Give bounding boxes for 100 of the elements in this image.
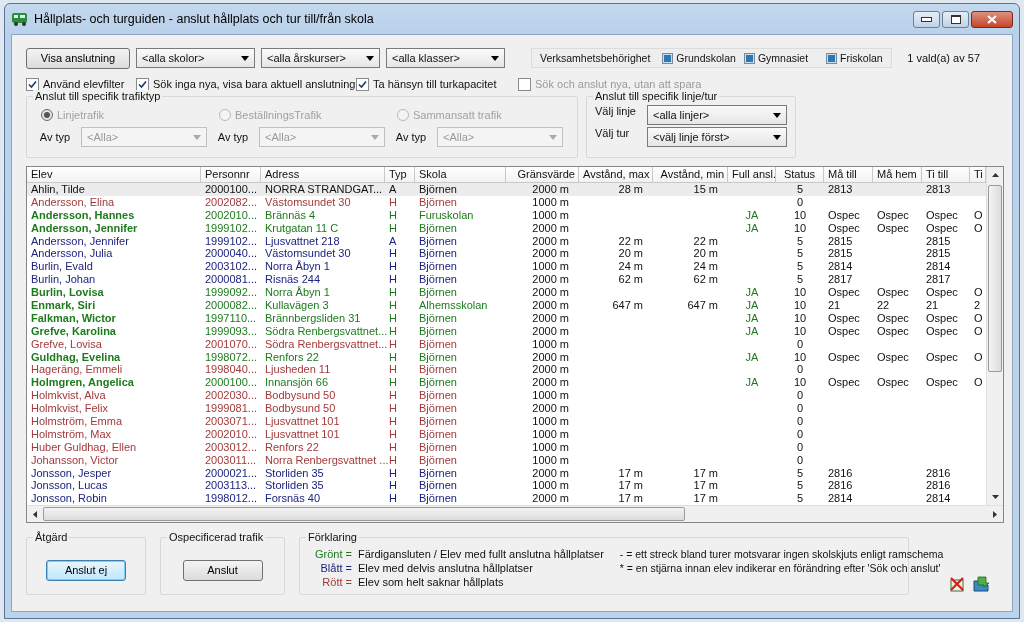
table-cell-text: Ljusvattnet 101 <box>264 427 341 441</box>
table-cell-text: Bodbysund 50 <box>264 389 337 403</box>
vertical-scrollbar[interactable] <box>986 167 1003 506</box>
dropdown[interactable]: <alla årskurser> <box>261 48 380 68</box>
column-header[interactable]: Personnr <box>201 167 261 182</box>
table-cell-text: O <box>973 324 984 338</box>
table-cell-text: JA <box>744 324 760 338</box>
horizontal-scrollbar[interactable] <box>27 505 1003 523</box>
connect-button[interactable]: Anslut <box>182 559 263 581</box>
table-cell-text: 1000 m <box>531 389 570 403</box>
table-row[interactable]: Holmgren, Angelica 2000100... Innansjön 66 H Björnen 2000 m JA 10 Ospec Ospec Ospec O <box>27 376 986 390</box>
column-header[interactable]: Må hem <box>873 167 922 182</box>
checkbox[interactable]: Grundskolan <box>662 52 736 64</box>
column-header[interactable]: Status <box>776 167 824 182</box>
table-cell-text: Hageräng, Emmeli <box>30 363 124 377</box>
table-cell-text: Björnen <box>418 234 458 248</box>
checkbox[interactable]: Gymnasiet <box>743 52 809 64</box>
legend-note: - = ett streck bland turer motsvarar ingen skolskjuts enligt ramschema <box>619 548 944 561</box>
table-row[interactable]: Holmström, Max 2002010... Ljusvattnet 101 H Björnen 1000 m 0 <box>27 427 986 441</box>
table-cell-text: 21 <box>925 299 940 312</box>
maximize-button[interactable] <box>942 11 969 28</box>
table-row[interactable]: Grefve, Lovisa 2001070... Södra Renbergsvattnet...H Björnen 1000 m 0 <box>27 337 986 351</box>
table-row[interactable]: Burlin, Evald 2003102... Norra Åbyn 1 H Björnen 1000 m 24 m 24 m 5 2814 2814 <box>27 260 986 274</box>
checkbox[interactable]: Friskolan <box>826 52 883 64</box>
caret-icon <box>193 134 201 140</box>
table-row[interactable]: Holmkvist, Alva 2002030... Bodbysund 50 H Björnen 1000 m 0 <box>27 389 986 403</box>
column-header[interactable]: Adress <box>261 167 385 182</box>
table-row[interactable]: Jonsson, Jesper 2000021... Storliden 35 H Björnen 2000 m 17 m 17 m 5 2816 2816 <box>27 466 986 480</box>
close-button[interactable] <box>971 11 1013 28</box>
table-row[interactable]: Andersson, Elina 2002082... Västomsundet 30 H Björnen 1000 m 0 <box>27 195 986 209</box>
table-row[interactable]: Falkman, Wictor 1997110... Brännbergsliden 31 H Björnen 2000 m JA 10 Ospec Ospec Ospec O <box>27 311 986 325</box>
column-header[interactable]: Typ <box>385 167 415 182</box>
show-connection-button[interactable]: Visa anslutning <box>26 47 130 69</box>
table-cell-text: 1998040... <box>204 363 258 377</box>
minimize-button[interactable] <box>913 11 940 28</box>
column-header[interactable]: Skola <box>415 167 506 182</box>
table-cell-text: Ahlin, Tilde <box>30 183 86 196</box>
table-cell-text: H <box>388 427 398 441</box>
table-row[interactable]: Guldhag, Evelina 1998072... Renfors 22 H Björnen 2000 m JA 10 Ospec Ospec Ospec O <box>27 350 986 364</box>
table-row[interactable]: Hageräng, Emmeli 1998040... Ljusheden 11 H Björnen 2000 m 0 <box>27 363 986 377</box>
table-row[interactable]: Grefve, Karolina 1999093... Södra Renbergsvattnet...H Björnen 2000 m JA 10 Ospec Ospec Ospec O <box>27 324 986 338</box>
column-header[interactable]: Ti till <box>922 167 970 182</box>
table-cell-text: 2 <box>973 299 982 312</box>
table-cell-text: 1999102... <box>204 221 258 235</box>
table-row[interactable]: Burlin, Johan 2000081... Risnäs 244 H Björnen 2000 m 62 m 62 m 5 2817 2817 <box>27 273 986 287</box>
table-cell-text: 10 <box>792 311 808 325</box>
table-cell-text: JA <box>744 311 760 325</box>
table-row[interactable]: Holmkvist, Felix 1999081... Bodbysund 50 H Björnen 2000 m 0 <box>27 402 986 416</box>
table-cell-text: 2816 <box>925 466 952 480</box>
dropdown[interactable]: <välj linje först> <box>647 127 787 147</box>
selection-count: 1 vald(a) av 57 <box>907 52 980 64</box>
table-cell-text: Renfors 22 <box>264 350 320 364</box>
checkbox[interactable]: Sök inga nya, visa bara aktuell anslutning <box>136 77 356 91</box>
table-cell-text: 2817 <box>827 273 854 287</box>
table-row[interactable]: Andersson, Hannes 2002010... Brännäs 4 H Furuskolan 1000 m JA 10 Ospec Ospec Ospec O <box>27 208 986 222</box>
table-row[interactable]: Andersson, Jennifer 1999102... Ljusvattnet 218 A Björnen 2000 m 22 m 22 m 5 2815 2815 <box>27 234 986 248</box>
table-row[interactable]: Andersson, Jennifer 1999102... Krutgatan 11 C H Björnen 2000 m JA 10 Ospec Ospec Ospec O <box>27 221 986 235</box>
table-cell-text: Krutgatan 11 C <box>264 221 340 235</box>
table-cell-text: Jonsson, Jesper <box>30 466 113 480</box>
table-cell-text: 2817 <box>925 273 952 287</box>
dropdown[interactable]: <alla linjer> <box>647 105 787 125</box>
table-cell-text: O <box>973 208 984 222</box>
table-cell-text: Ospec <box>925 350 959 364</box>
column-header[interactable]: Gränsvärde <box>506 167 579 182</box>
table-cell-text: Ljusvattnet 218 <box>264 234 341 248</box>
table-cell-text: 1000 m <box>531 427 570 441</box>
table-row[interactable]: Ahlin, Tilde 2000100... NORRA STRANDGAT... A Björnen 2000 m 28 m 15 m 5 2813 2813 <box>27 183 986 196</box>
table-cell-text: 2003071... <box>204 415 258 428</box>
table-cell-text: Ljusheden 11 <box>264 363 332 377</box>
dropdown[interactable]: <alla skolor> <box>136 48 255 68</box>
table-cell-text: 2816 <box>925 479 952 493</box>
column-header[interactable]: Må till <box>824 167 873 182</box>
table-row[interactable]: Andersson, Julia 2000040... Västomsundet 30 H Björnen 2000 m 20 m 20 m 5 2815 2815 <box>27 247 986 261</box>
table-row[interactable]: Jonsson, Robin 1998012... Forsnäs 40 H Björnen 2000 m 17 m 17 m 5 2814 2814 <box>27 492 986 506</box>
column-header[interactable]: Elev <box>27 167 201 182</box>
column-header[interactable]: Avstånd, min <box>653 167 728 182</box>
do-not-connect-button[interactable]: Anslut ej <box>46 559 126 581</box>
table-cell-text: 2814 <box>925 492 952 506</box>
table-row[interactable]: Burlin, Lovisa 1999092... Norra Åbyn 1 H Björnen 2000 m JA 10 Ospec Ospec Ospec O <box>27 286 986 299</box>
table-row[interactable]: Enmark, Siri 2000082... Kullavägen 3 H Alhemsskolan 2000 m 647 m 647 m JA 10 21 22 21 2 <box>27 299 986 312</box>
checkbox[interactable]: Ta hänsyn till turkapacitet <box>356 77 518 91</box>
table-cell-text: Björnen <box>418 415 458 428</box>
table-cell-text: Alhemsskolan <box>418 299 489 312</box>
table-cell-text: O <box>973 376 984 390</box>
table-row[interactable]: Holmström, Emma 2003071... Ljusvattnet 101 H Björnen 1000 m 0 <box>27 415 986 428</box>
table-cell-text: Björnen <box>418 389 458 403</box>
table-cell-text: 10 <box>792 324 808 338</box>
group-title: Anslut till specifik linje/tur <box>593 90 720 102</box>
dropdown[interactable]: <alla klasser> <box>386 48 505 68</box>
table-row[interactable]: Johansson, Victor 2003011... Norra Renbergsvattnet ...H Björnen 1000 m 0 <box>27 453 986 467</box>
table-cell-text: 2000 m <box>531 286 570 300</box>
table-cell-text: 5 <box>795 466 805 480</box>
table-row[interactable]: Jonsson, Lucas 2003113... Storliden 35 H Björnen 1000 m 17 m 17 m 5 2816 2816 <box>27 479 986 493</box>
scroll-thumb[interactable] <box>43 507 685 522</box>
column-header[interactable]: Full ansl. <box>728 167 776 182</box>
column-header[interactable]: Avstånd, max <box>579 167 653 182</box>
scroll-thumb[interactable] <box>988 185 1002 372</box>
table-row[interactable]: Huber Guldhag, Ellen 2003012... Renfors 22 H Björnen 1000 m 0 <box>27 440 986 454</box>
checkbox[interactable]: Använd elevfilter <box>26 77 136 91</box>
table-cell-text: 5 <box>795 234 805 248</box>
